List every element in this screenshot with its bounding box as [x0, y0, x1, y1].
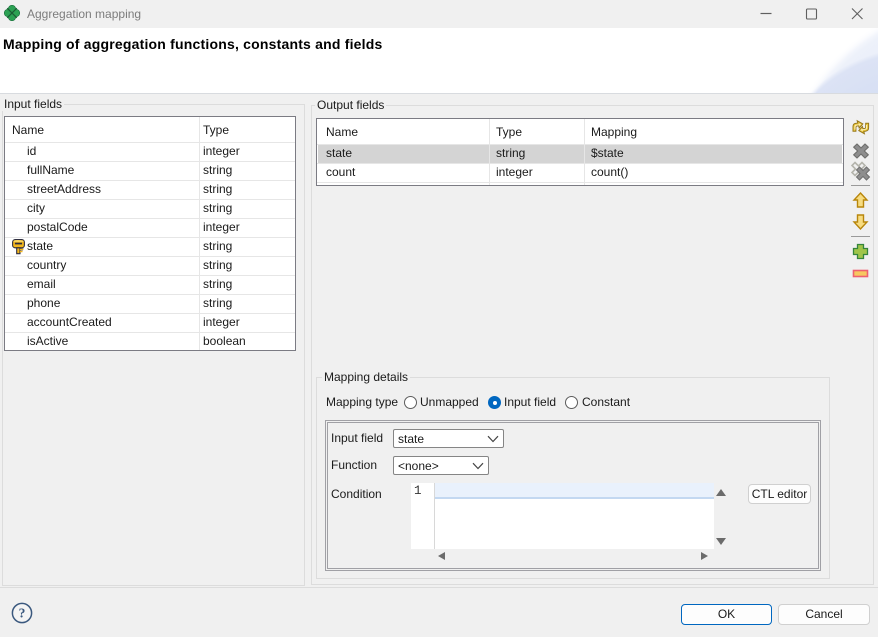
svg-text:?: ? [19, 606, 26, 621]
